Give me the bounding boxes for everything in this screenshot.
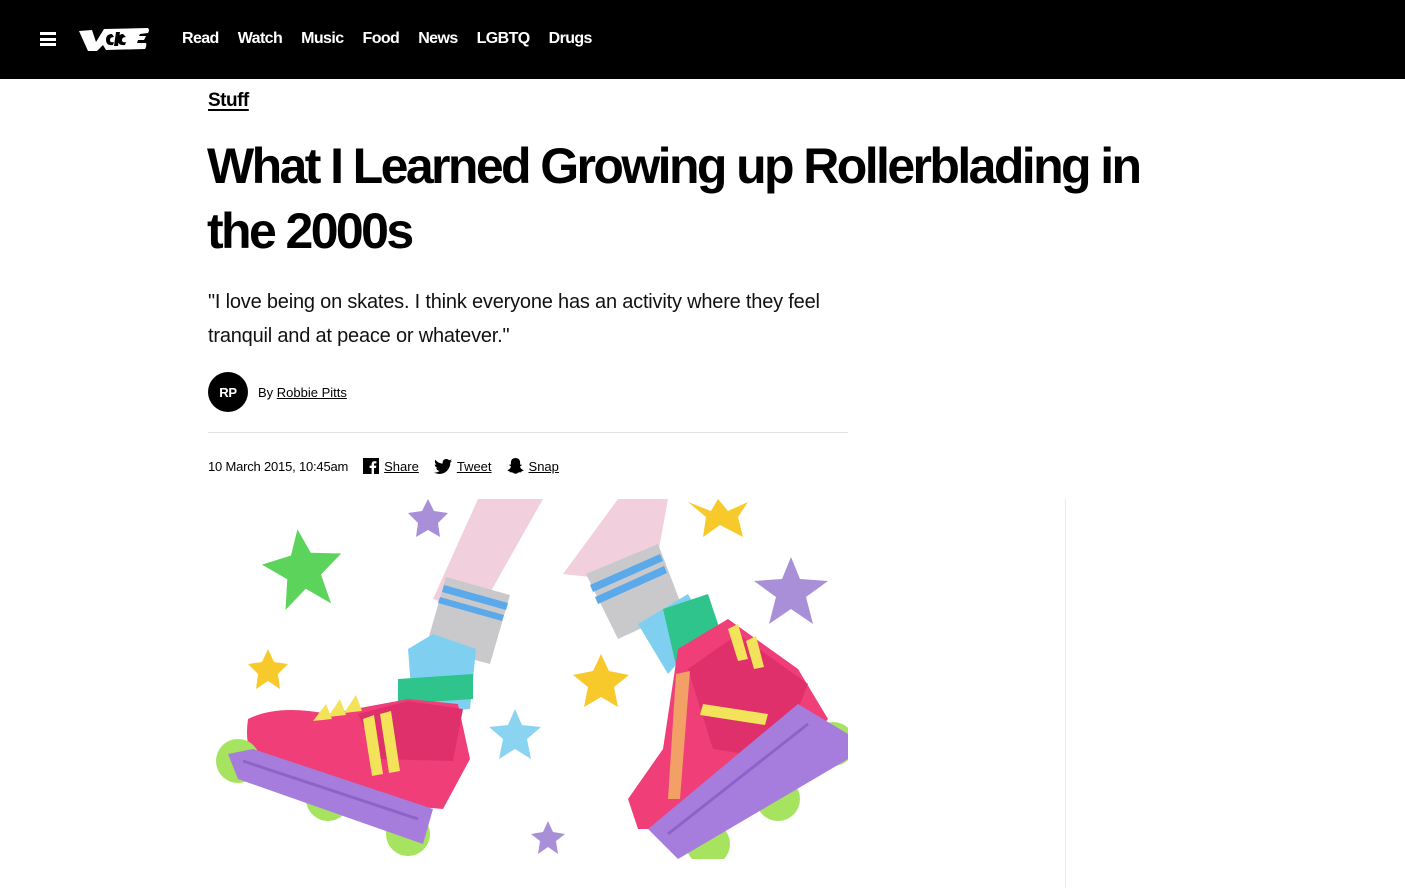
snapchat-ghost-icon xyxy=(506,458,524,474)
hero-illustration xyxy=(208,499,848,859)
rollerblade-illustration xyxy=(216,499,848,859)
article-meta: 10 March 2015, 10:45am Share Tweet Snap xyxy=(208,457,574,475)
sidebar-divider xyxy=(1065,499,1066,888)
nav-link-watch[interactable]: Watch xyxy=(238,29,283,49)
section-nav: Read Watch Music Food News LGBTQ Drugs xyxy=(182,29,611,49)
twitter-bird-icon xyxy=(433,458,452,474)
nav-link-lgbtq[interactable]: LGBTQ xyxy=(477,29,531,49)
nav-link-read[interactable]: Read xyxy=(182,29,219,49)
publish-date: 10 March 2015, 10:45am xyxy=(208,458,349,474)
snapchat-share-label: Snap xyxy=(528,458,559,474)
byline: RP By Robbie Pitts xyxy=(208,372,347,412)
author-link[interactable]: Robbie Pitts xyxy=(277,385,347,400)
snapchat-share-button[interactable]: Snap xyxy=(506,458,559,474)
nav-link-drugs[interactable]: Drugs xyxy=(549,29,593,49)
hamburger-menu-icon[interactable] xyxy=(40,32,56,46)
top-navigation-bar: Read Watch Music Food News LGBTQ Drugs xyxy=(0,0,1405,79)
article-category-link[interactable]: Stuff xyxy=(208,90,249,112)
nav-link-news[interactable]: News xyxy=(418,29,458,49)
vice-logo-icon xyxy=(79,28,149,51)
twitter-share-button[interactable]: Tweet xyxy=(433,458,492,474)
facebook-share-button[interactable]: Share xyxy=(363,458,419,474)
article-dek: "I love being on skates. I think everyon… xyxy=(208,291,820,347)
facebook-share-label: Share xyxy=(384,458,419,474)
author-avatar[interactable]: RP xyxy=(208,372,248,412)
byline-divider xyxy=(208,432,848,433)
twitter-share-label: Tweet xyxy=(456,458,492,474)
nav-link-food[interactable]: Food xyxy=(363,29,400,49)
byline-text: By Robbie Pitts xyxy=(258,385,347,400)
nav-link-music[interactable]: Music xyxy=(301,29,344,49)
by-label: By xyxy=(258,384,274,400)
article-headline: What I Learned Growing up Rollerblading … xyxy=(207,138,1142,259)
facebook-icon xyxy=(363,458,380,474)
vice-logo[interactable] xyxy=(76,24,152,54)
